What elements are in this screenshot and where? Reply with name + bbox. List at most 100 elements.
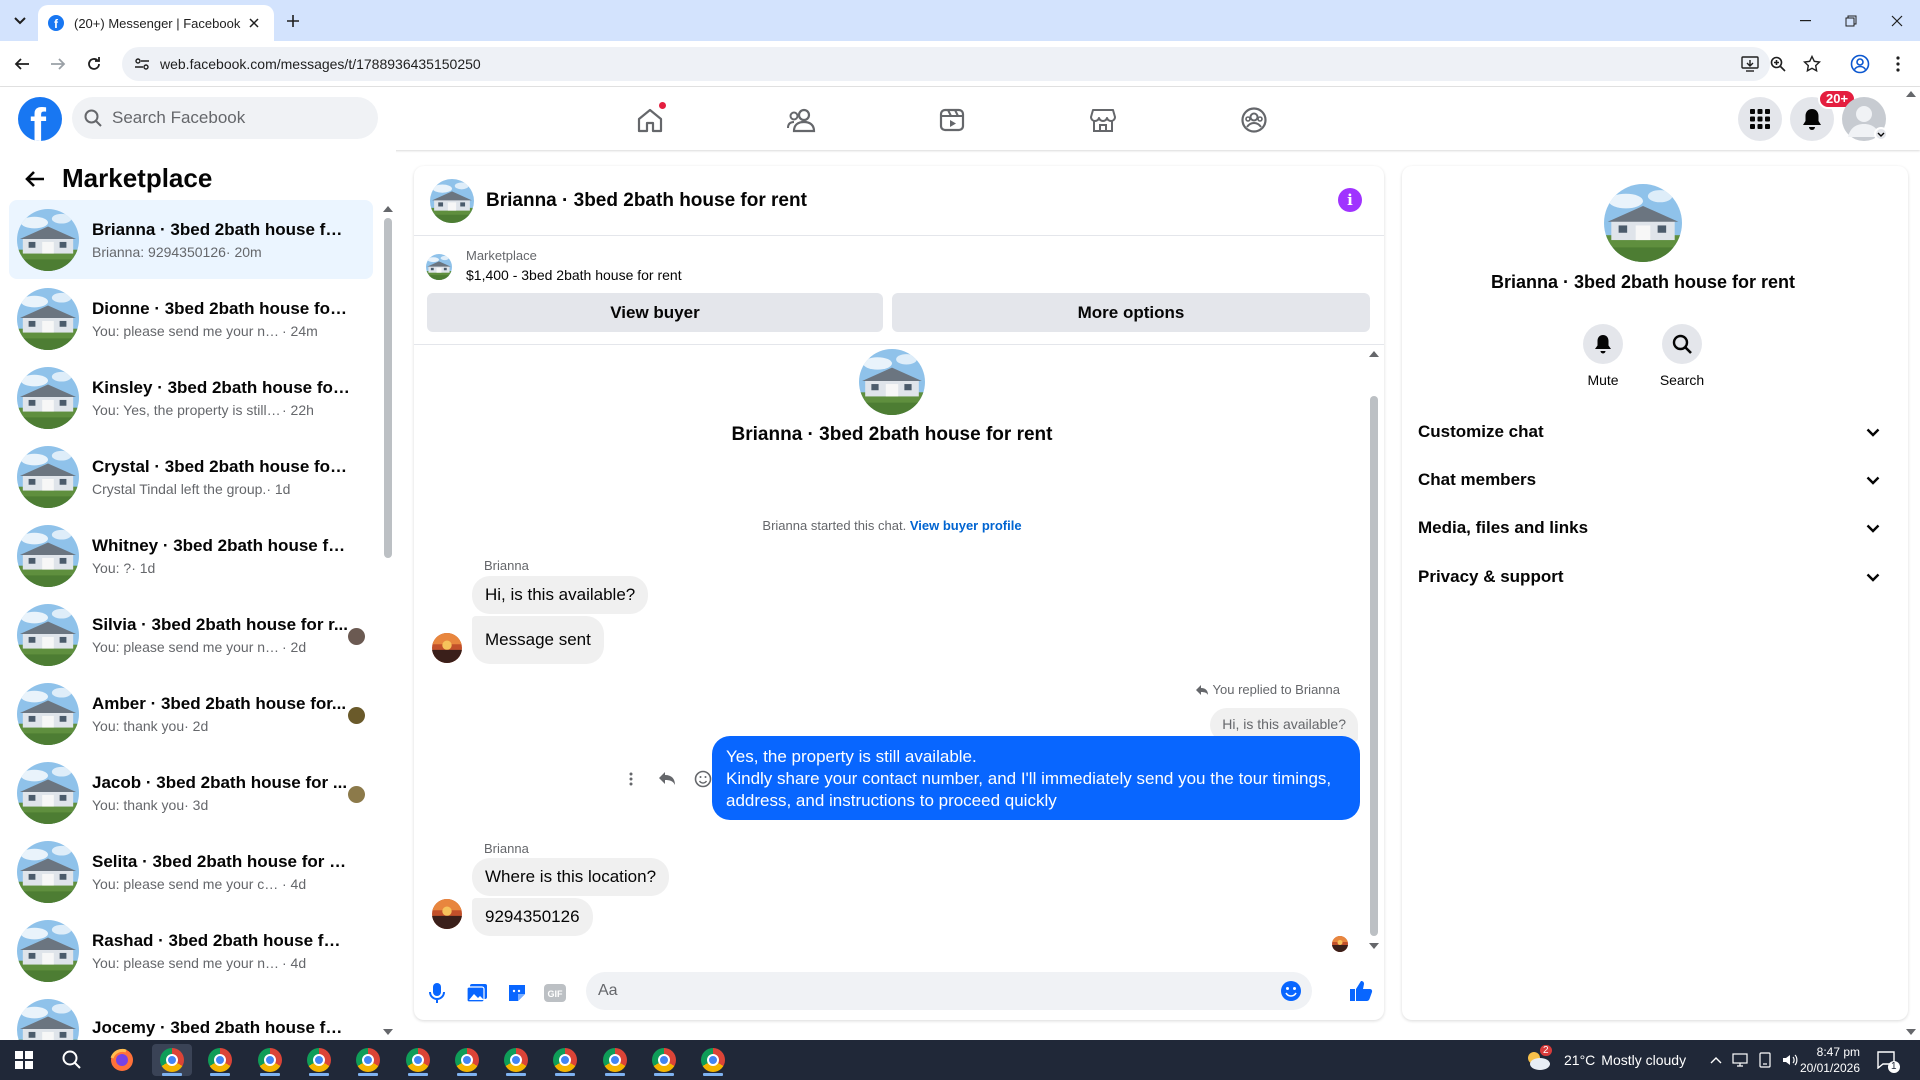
nav-home-icon[interactable] <box>630 100 670 140</box>
forward-arrow-icon[interactable] <box>46 52 70 76</box>
microphone-icon[interactable] <box>424 980 450 1006</box>
chrome-window-icon[interactable] <box>299 1044 339 1076</box>
sender-avatar[interactable] <box>432 633 462 663</box>
mute-button[interactable]: Mute <box>1568 324 1638 388</box>
account-dropdown-icon[interactable] <box>1874 127 1888 141</box>
reply-icon[interactable] <box>654 766 680 792</box>
section-chat-members[interactable]: Chat members <box>1418 458 1880 502</box>
conversation-item[interactable]: Jacob · 3bed 2bath house for ... You: th… <box>9 753 373 832</box>
close-tab-icon[interactable] <box>244 13 264 33</box>
message-bubble[interactable]: Where is this location? <box>472 858 670 896</box>
windows-start-icon[interactable] <box>4 1044 44 1076</box>
listing-label: Marketplace <box>466 248 537 263</box>
chat-avatar[interactable] <box>430 179 474 223</box>
chrome-window-icon[interactable] <box>496 1044 536 1076</box>
conversation-list-scrollbar[interactable] <box>384 218 392 558</box>
profile-icon[interactable] <box>1848 52 1872 76</box>
message-bubble[interactable]: 9294350126 <box>472 898 593 936</box>
chat-title[interactable]: Brianna · 3bed 2bath house for rent <box>486 190 807 212</box>
chrome-window-icon[interactable] <box>644 1044 684 1076</box>
tray-overflow-chevron-icon[interactable] <box>1710 1056 1722 1064</box>
message-bubble[interactable]: Message sent <box>472 616 604 664</box>
notification-center-icon[interactable]: 1 <box>1876 1040 1900 1080</box>
reload-icon[interactable] <box>82 52 106 76</box>
sender-avatar[interactable] <box>432 899 462 929</box>
scroll-down-arrow-icon[interactable] <box>1369 942 1379 950</box>
tab-search-dropdown-icon[interactable] <box>8 9 32 33</box>
back-arrow-icon[interactable] <box>10 52 34 76</box>
clock[interactable]: 8:47 pm 20/01/2026 <box>1780 1040 1860 1080</box>
install-app-icon[interactable] <box>1740 54 1760 74</box>
close-window-icon[interactable] <box>1874 0 1920 41</box>
my-message-bubble[interactable]: Yes, the property is still available. Ki… <box>712 736 1360 820</box>
facebook-search-bar[interactable] <box>72 97 378 139</box>
search-in-chat-button[interactable]: Search <box>1647 324 1717 388</box>
conversation-item[interactable]: Silvia · 3bed 2bath house for r... You: … <box>9 595 373 674</box>
scroll-up-arrow-icon[interactable] <box>383 205 393 213</box>
page-scroll-up-icon[interactable] <box>1906 90 1916 98</box>
conversation-item[interactable]: Jocemy · 3bed 2bath house for r... <box>9 990 373 1040</box>
section-label: Privacy & support <box>1418 567 1564 586</box>
page-scroll-down-icon[interactable] <box>1906 1028 1916 1036</box>
chrome-window-icon[interactable] <box>250 1044 290 1076</box>
more-actions-icon[interactable] <box>618 766 644 792</box>
network-icon[interactable] <box>1732 1053 1748 1067</box>
conversation-item[interactable]: Brianna · 3bed 2bath house for r... Bria… <box>9 200 373 279</box>
omnibox[interactable]: web.facebook.com/messages/t/178893643515… <box>122 47 1770 81</box>
section-privacy-support[interactable]: Privacy & support <box>1418 555 1880 599</box>
url-text[interactable]: web.facebook.com/messages/t/178893643515… <box>160 56 481 72</box>
conversation-item[interactable]: Dionne · 3bed 2bath house for r... You: … <box>9 279 373 358</box>
taskbar-search-icon[interactable] <box>52 1044 92 1076</box>
facebook-logo-icon[interactable]: f <box>18 97 62 141</box>
nav-video-icon[interactable] <box>932 100 972 140</box>
chat-scrollbar[interactable] <box>1370 396 1378 936</box>
search-input[interactable] <box>112 108 352 128</box>
conversation-item[interactable]: Crystal · 3bed 2bath house for r... Crys… <box>9 437 373 516</box>
more-options-button[interactable]: More options <box>892 293 1370 332</box>
device-icon[interactable] <box>1758 1052 1772 1068</box>
chrome-window-icon[interactable] <box>152 1044 192 1076</box>
thumbs-up-icon[interactable] <box>1348 978 1374 1004</box>
chrome-window-icon[interactable] <box>693 1044 733 1076</box>
chrome-window-icon[interactable] <box>200 1044 240 1076</box>
browser-menu-icon[interactable] <box>1886 52 1910 76</box>
view-buyer-profile-link[interactable]: View buyer profile <box>910 518 1022 533</box>
info-icon[interactable]: i <box>1338 188 1362 212</box>
conversation-item[interactable]: Whitney · 3bed 2bath house for ... You: … <box>9 516 373 595</box>
section-customize-chat[interactable]: Customize chat <box>1418 410 1880 454</box>
new-tab-icon[interactable] <box>282 10 304 32</box>
nav-gaming-icon[interactable] <box>1234 100 1274 140</box>
chrome-window-icon[interactable] <box>398 1044 438 1076</box>
nav-friends-icon[interactable] <box>781 100 821 140</box>
message-input[interactable] <box>598 982 1248 1000</box>
chrome-window-icon[interactable] <box>348 1044 388 1076</box>
zoom-icon[interactable] <box>1766 52 1790 76</box>
conversation-item[interactable]: Selita · 3bed 2bath house for rent You: … <box>9 832 373 911</box>
section-media-files-links[interactable]: Media, files and links <box>1418 506 1880 550</box>
firefox-icon[interactable] <box>102 1044 142 1076</box>
chrome-window-icon[interactable] <box>595 1044 635 1076</box>
sticker-icon[interactable] <box>504 980 530 1006</box>
gif-icon[interactable]: GIF <box>542 980 568 1006</box>
photo-icon[interactable] <box>464 980 490 1006</box>
browser-tab-active[interactable]: f (20+) Messenger | Facebook <box>38 5 274 41</box>
menu-grid-button[interactable] <box>1738 97 1782 141</box>
nav-marketplace-icon[interactable] <box>1083 100 1123 140</box>
minimize-window-icon[interactable] <box>1782 0 1828 41</box>
conversation-item[interactable]: Rashad · 3bed 2bath house for r... You: … <box>9 911 373 990</box>
chrome-window-icon[interactable] <box>447 1044 487 1076</box>
conversation-item[interactable]: Kinsley · 3bed 2bath house for r... You:… <box>9 358 373 437</box>
bookmark-star-icon[interactable] <box>1800 52 1824 76</box>
weather-widget[interactable]: 2 21°C Mostly cloudy <box>1524 1040 1686 1080</box>
scroll-down-arrow-icon[interactable] <box>383 1028 393 1036</box>
listing-card[interactable]: Marketplace $1,400 - 3bed 2bath house fo… <box>426 248 682 283</box>
view-buyer-button[interactable]: View buyer <box>427 293 883 332</box>
back-arrow-icon[interactable] <box>20 164 50 194</box>
conversation-item[interactable]: Amber · 3bed 2bath house for... You: tha… <box>9 674 373 753</box>
restore-window-icon[interactable] <box>1828 0 1874 41</box>
emoji-icon[interactable] <box>1280 980 1302 1002</box>
message-bubble[interactable]: Hi, is this available? <box>472 576 649 614</box>
chrome-window-icon[interactable] <box>545 1044 585 1076</box>
scroll-up-arrow-icon[interactable] <box>1369 350 1379 358</box>
site-settings-icon[interactable] <box>134 56 150 72</box>
